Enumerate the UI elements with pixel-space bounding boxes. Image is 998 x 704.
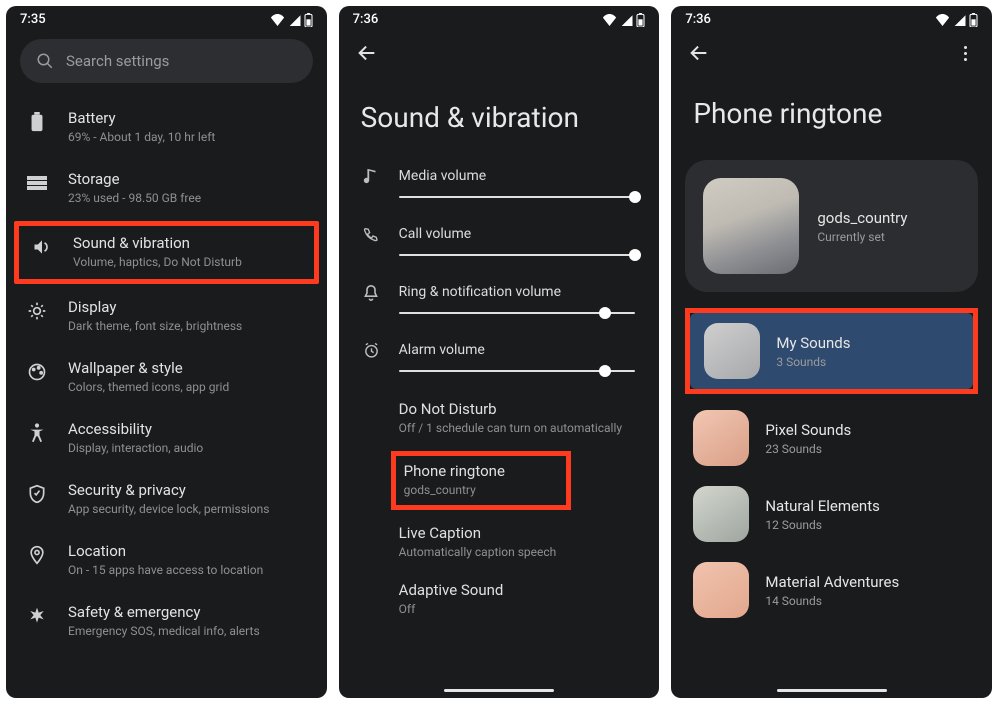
category-material-adventures[interactable]: Material Adventures14 Sounds (679, 552, 984, 628)
alarm-volume-slider[interactable] (399, 370, 636, 372)
current-ringtone-thumb (703, 178, 799, 274)
status-icons (935, 13, 978, 27)
status-bar: 7:36 (339, 6, 660, 31)
storage-icon (26, 172, 48, 194)
category-my-sounds[interactable]: My Sounds3 Sounds (690, 313, 973, 389)
search-settings-input[interactable]: Search settings (20, 39, 313, 83)
alarm-icon (363, 342, 381, 363)
phone-ringtone-setting[interactable]: Phone ringtone gods_country (404, 462, 558, 497)
signal-icon (288, 14, 301, 26)
media-volume-row[interactable]: Media volume (339, 158, 660, 216)
accessibility-icon (26, 422, 48, 444)
search-icon (36, 52, 54, 70)
nav-home-bar[interactable] (444, 689, 554, 692)
status-bar: 7:35 (6, 6, 327, 31)
settings-item-storage[interactable]: Storage23% used - 98.50 GB free (6, 158, 327, 219)
emergency-icon (26, 605, 48, 627)
overflow-menu-icon[interactable] (954, 42, 976, 64)
status-icons (270, 13, 313, 27)
settings-item-wallpaper[interactable]: Wallpaper & styleColors, themed icons, a… (6, 347, 327, 408)
alarm-volume-row[interactable]: Alarm volume (339, 332, 660, 390)
battery-icon (636, 13, 645, 27)
category-thumb (693, 410, 749, 466)
palette-icon (26, 361, 48, 383)
settings-item-display[interactable]: DisplayDark theme, font size, brightness (6, 286, 327, 347)
signal-icon (953, 14, 966, 26)
battery-icon (26, 111, 48, 133)
settings-item-accessibility[interactable]: AccessibilityDisplay, interaction, audio (6, 408, 327, 469)
category-pixel-sounds[interactable]: Pixel Sounds23 Sounds (679, 400, 984, 476)
battery-icon (969, 13, 978, 27)
highlight-my-sounds: My Sounds3 Sounds (685, 308, 978, 394)
sound-vibration-screen: 7:36 Sound & vibration Media volume Call… (339, 6, 660, 698)
phone-icon (363, 226, 381, 246)
call-volume-slider[interactable] (399, 254, 636, 256)
wifi-icon (270, 14, 285, 26)
settings-item-security[interactable]: Security & privacyApp security, device l… (6, 469, 327, 530)
settings-main-screen: 7:35 Search settings Battery69% - About … (6, 6, 327, 698)
highlight-phone-ringtone: Phone ringtone gods_country (391, 451, 571, 510)
status-time: 7:36 (353, 12, 379, 27)
ring-volume-slider[interactable] (399, 312, 636, 314)
search-placeholder: Search settings (66, 52, 169, 70)
status-icons (602, 13, 645, 27)
category-thumb (693, 562, 749, 618)
battery-icon (304, 13, 313, 27)
status-time: 7:35 (20, 12, 46, 27)
signal-icon (620, 14, 633, 26)
dnd-setting[interactable]: Do Not Disturb Off / 1 schedule can turn… (339, 390, 660, 447)
volume-icon (31, 236, 53, 258)
category-natural-elements[interactable]: Natural Elements12 Sounds (679, 476, 984, 552)
status-bar: 7:36 (671, 6, 992, 31)
live-caption-setting[interactable]: Live Caption Automatically caption speec… (339, 514, 660, 571)
brightness-icon (26, 300, 48, 322)
page-title: Phone ringtone (671, 71, 992, 154)
back-button[interactable] (687, 41, 711, 65)
music-note-icon (363, 168, 381, 190)
media-volume-slider[interactable] (399, 196, 636, 198)
highlight-sound-vibration: Sound & vibrationVolume, haptics, Do Not… (14, 221, 319, 284)
location-icon (26, 544, 48, 566)
shield-icon (26, 483, 48, 505)
current-ringtone-card[interactable]: gods_country Currently set (685, 160, 978, 292)
settings-item-sound[interactable]: Sound & vibrationVolume, haptics, Do Not… (31, 234, 302, 269)
back-button[interactable] (355, 41, 379, 65)
category-thumb (704, 323, 760, 379)
settings-item-location[interactable]: LocationOn - 15 apps have access to loca… (6, 530, 327, 591)
adaptive-sound-setting[interactable]: Adaptive Sound Off (339, 571, 660, 618)
status-time: 7:36 (685, 12, 711, 27)
wifi-icon (602, 14, 617, 26)
ring-volume-row[interactable]: Ring & notification volume (339, 274, 660, 332)
call-volume-row[interactable]: Call volume (339, 216, 660, 274)
phone-ringtone-screen: 7:36 Phone ringtone gods_country Current… (671, 6, 992, 698)
settings-item-battery[interactable]: Battery69% - About 1 day, 10 hr left (6, 97, 327, 158)
nav-home-bar[interactable] (777, 689, 887, 692)
category-thumb (693, 486, 749, 542)
page-title: Sound & vibration (339, 71, 660, 158)
bell-icon (363, 284, 381, 306)
wifi-icon (935, 14, 950, 26)
settings-item-safety[interactable]: Safety & emergencyEmergency SOS, medical… (6, 591, 327, 652)
